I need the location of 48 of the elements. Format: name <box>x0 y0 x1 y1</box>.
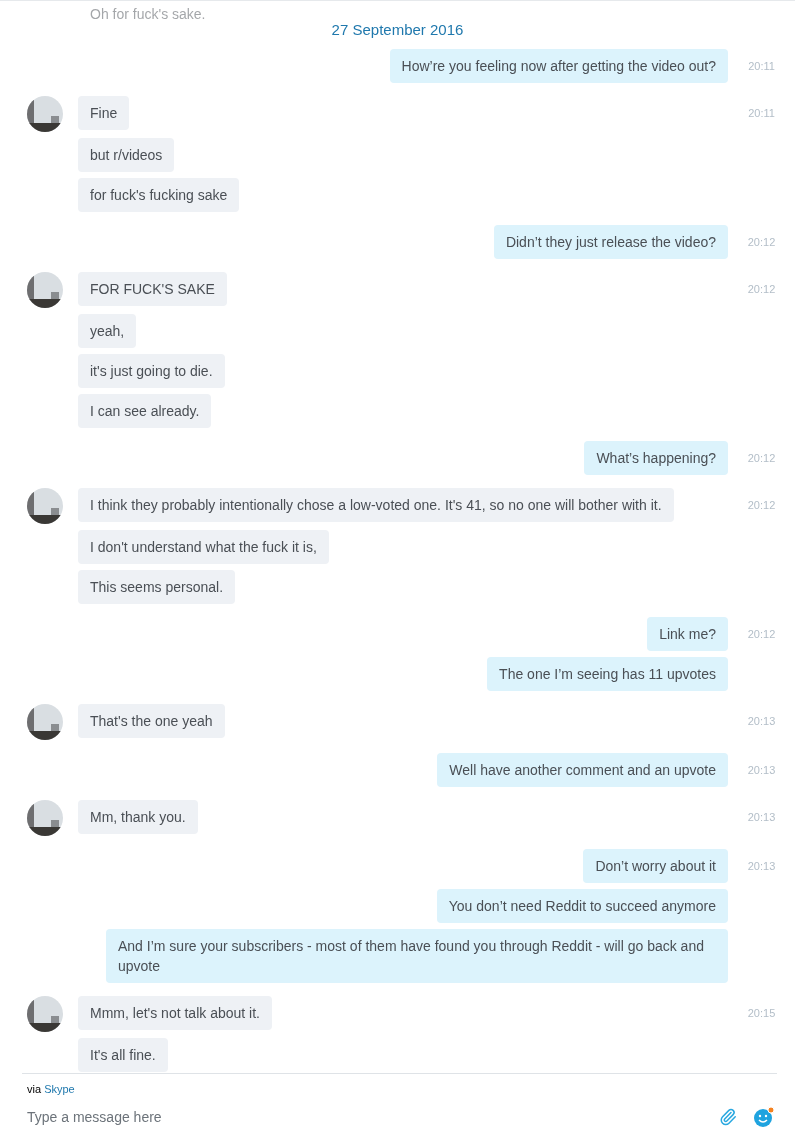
message-bubble: for fuck's fucking sake <box>78 178 240 212</box>
message-text: Oh for fuck's sake. <box>90 5 206 23</box>
message-bubble: FOR FUCK'S SAKE <box>78 272 227 306</box>
message-bubble: I don't understand what the fuck it is, <box>78 530 329 564</box>
message-bubble: It's all fine. <box>78 1038 168 1072</box>
skype-link[interactable]: Skype <box>44 1083 75 1095</box>
message-time: 20:12 <box>747 451 776 466</box>
avatar <box>27 96 63 132</box>
avatar <box>27 996 63 1032</box>
via-label: via <box>27 1083 43 1095</box>
message-bubble: Don’t worry about it <box>583 849 728 883</box>
message-bubble: it's just going to die. <box>78 354 225 388</box>
message-bubble: but r/videos <box>78 138 175 172</box>
avatar <box>27 488 63 524</box>
avatar <box>27 272 63 308</box>
message-time: 20:13 <box>747 714 776 729</box>
message-time: 20:12 <box>747 627 776 642</box>
avatar <box>27 704 63 740</box>
message-bubble: yeah, <box>78 314 137 348</box>
date-header: 27 September 2016 <box>331 19 464 40</box>
message-time: 20:13 <box>747 810 776 825</box>
message-bubble: Mm, thank you. <box>78 800 198 834</box>
message-bubble: The one I’m seeing has 11 upvotes <box>487 657 728 691</box>
message-time: 20:12 <box>747 235 776 250</box>
message-bubble: Fine <box>78 96 130 130</box>
message-time: 20:11 <box>748 59 775 74</box>
message-time: 20:12 <box>747 498 776 513</box>
message-bubble: Well have another comment and an upvote <box>437 753 728 787</box>
message-bubble: Mmm, let's not talk about it. <box>78 996 272 1030</box>
message-bubble: You don’t need Reddit to succeed anymore <box>436 889 728 923</box>
message-time: 20:12 <box>747 282 776 297</box>
paperclip-icon[interactable] <box>719 1108 737 1126</box>
message-bubble: What’s happening? <box>584 441 728 475</box>
message-bubble: I think they probably intentionally chose a low-voted one. It's 41, so no one will bother with it. <box>78 488 674 522</box>
message-time: 20:13 <box>747 859 776 874</box>
message-time: 20:15 <box>747 1006 776 1021</box>
avatar <box>27 800 63 836</box>
emoji-icon[interactable] <box>753 1106 775 1128</box>
message-bubble: Didn’t they just release the video? <box>493 225 728 259</box>
message-bubble: And I’m sure your subscribers - most of them have found you through Reddit - will go back and upvote <box>106 929 728 983</box>
message-bubble: How’re you feeling now after getting the video out? <box>389 49 728 83</box>
message-bubble: Link me? <box>647 617 728 651</box>
message-bubble: That's the one yeah <box>78 704 225 738</box>
message-input[interactable]: Type a message here <box>27 1106 719 1128</box>
message-bubble: This seems personal. <box>78 570 236 604</box>
message-time: 20:11 <box>748 106 775 121</box>
message-bubble: I can see already. <box>78 394 212 428</box>
message-time: 20:13 <box>747 763 776 778</box>
